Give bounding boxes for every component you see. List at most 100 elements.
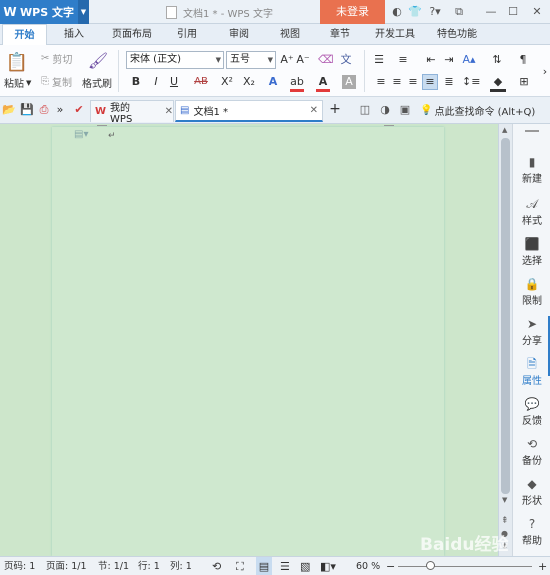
scrollbar-thumb[interactable] <box>501 138 510 494</box>
maximize-icon[interactable]: ☐ <box>506 5 520 19</box>
sort-icon[interactable]: ⇅ <box>490 53 504 67</box>
history-icon[interactable]: ⟲ <box>212 557 221 575</box>
borders-icon[interactable]: ⊞ <box>516 75 532 89</box>
vertical-scrollbar[interactable]: ▲ ▼ ⇞ ● ⇟ <box>498 124 512 556</box>
panel-backup-button[interactable]: ⟲ 备份 <box>513 436 550 472</box>
panel-restrict-button[interactable]: 🔒 限制 <box>513 276 550 312</box>
align-right-icon[interactable]: ≡ <box>406 75 420 89</box>
distributed-align-icon[interactable]: ≣ <box>442 75 456 89</box>
tab-view[interactable]: 视图 <box>273 24 307 45</box>
panel-styles-button[interactable]: 𝒜 样式 <box>513 196 550 232</box>
increase-indent-icon[interactable]: ⇥ <box>442 53 456 67</box>
zoom-out-icon[interactable]: − <box>386 557 395 575</box>
font-size-select[interactable]: 五号 ▼ <box>226 51 276 69</box>
font-name-select[interactable]: 宋体 (正文) ▼ <box>126 51 224 69</box>
panel-share-button[interactable]: ➤ 分享 <box>513 316 550 352</box>
shrink-font-icon[interactable]: A⁻ <box>296 53 310 67</box>
zoom-in-icon[interactable]: + <box>538 557 547 575</box>
panel-feedback-button[interactable]: 💬 反馈 <box>513 396 550 432</box>
font-color-icon[interactable]: A <box>316 75 330 92</box>
close-icon[interactable]: ✕ <box>165 106 173 117</box>
zoom-slider-track[interactable] <box>398 566 532 567</box>
new-tab-icon[interactable]: + <box>328 102 342 116</box>
backup-icon[interactable]: ◑ <box>378 103 392 117</box>
bold-icon[interactable]: B <box>130 75 142 89</box>
skin-icon[interactable]: ◐ <box>390 5 404 19</box>
help-menu-icon[interactable]: ?▾ <box>426 5 444 19</box>
web-view-icon[interactable]: ▧ <box>300 557 310 575</box>
tab-review[interactable]: 审阅 <box>222 24 256 45</box>
panel-properties-button[interactable]: 🗎 属性 <box>513 356 550 392</box>
decrease-indent-icon[interactable]: ⇤ <box>424 53 438 67</box>
clear-format-icon[interactable]: ⌫ <box>318 53 334 67</box>
italic-icon[interactable]: I <box>150 75 162 89</box>
full-screen-icon[interactable]: ⛶ <box>236 557 244 575</box>
tab-chapter[interactable]: 章节 <box>323 24 357 45</box>
tab-insert[interactable]: 插入 <box>57 24 91 45</box>
panel-shapes-button[interactable]: ◆ 形状 <box>513 476 550 512</box>
pin-icon[interactable]: ✔ <box>72 103 86 117</box>
document-page[interactable]: ▤▾ ↵ <box>52 125 444 556</box>
strikethrough-icon[interactable]: AB <box>192 75 210 89</box>
panel-new-button[interactable]: ▮ 新建 <box>513 154 550 190</box>
page-view-icon[interactable]: ▤ <box>256 557 272 575</box>
outline-view-icon[interactable]: ☰ <box>280 557 290 575</box>
my-wps-tab[interactable]: W 我的WPS ✕ <box>90 100 174 125</box>
paragraph-mark-icon[interactable]: ¶ <box>516 53 530 67</box>
phonetic-icon[interactable]: 文 <box>336 53 356 67</box>
align-center-icon[interactable]: ≡ <box>390 75 404 89</box>
document-tab[interactable]: ▤ 文档1 * ✕ <box>175 100 323 122</box>
chinese-layout-icon[interactable]: A▴ <box>460 53 478 67</box>
open-folder-icon[interactable]: 📂 <box>2 103 16 117</box>
paste-button[interactable]: 粘贴 ▼ <box>4 75 31 91</box>
tab-developer[interactable]: 开发工具 <box>370 24 420 45</box>
tab-references[interactable]: 引用 <box>170 24 204 45</box>
scroll-down-icon[interactable]: ▼ <box>502 496 507 504</box>
tab-page-layout[interactable]: 页面布局 <box>107 24 157 45</box>
minimize-icon[interactable]: — <box>484 5 498 19</box>
chevron-down-icon[interactable]: ▼ <box>78 0 89 24</box>
brush-icon[interactable]: 🖌 <box>88 50 108 70</box>
text-effect-icon[interactable]: A <box>266 75 280 89</box>
char-shading-icon[interactable]: A <box>342 75 356 89</box>
justify-icon[interactable]: ≡ <box>422 74 438 90</box>
format-painter-button[interactable]: 格式刷 <box>82 75 112 90</box>
clipboard-icon[interactable]: 📋 <box>6 51 28 73</box>
tab-menu-icon[interactable]: ▣ <box>398 103 412 117</box>
login-button[interactable]: 未登录 <box>320 0 385 24</box>
restore-window-icon[interactable]: ⧉ <box>452 5 466 19</box>
eye-protect-icon[interactable]: ◧▾ <box>320 557 336 575</box>
ribbon-scroll-icon[interactable]: › <box>540 65 550 79</box>
shading-icon[interactable]: ◆ <box>490 75 506 92</box>
superscript-icon[interactable]: X² <box>218 75 236 89</box>
line-spacing-icon[interactable]: ↕≡ <box>462 75 480 89</box>
highlight-icon[interactable]: ab <box>290 75 304 92</box>
underline-icon[interactable]: U <box>168 75 180 89</box>
command-search[interactable]: 💡 点此查找命令 (Alt+Q) <box>420 103 535 118</box>
grow-font-icon[interactable]: A⁺ <box>280 53 294 67</box>
save-icon[interactable]: 💾 <box>20 103 34 117</box>
more-tools-icon[interactable]: » <box>54 103 66 117</box>
scroll-up-icon[interactable]: ▲ <box>502 126 507 134</box>
panel-select-button[interactable]: ⬛ 选择 <box>513 236 550 272</box>
zoom-slider-thumb[interactable] <box>426 561 435 570</box>
panel-help-button[interactable]: ? 帮助 <box>513 516 550 552</box>
shirt-icon[interactable]: 👕 <box>408 5 422 19</box>
close-icon[interactable]: ✕ <box>310 105 318 116</box>
export-pdf-icon[interactable]: ⎙ <box>37 103 51 117</box>
app-menu-button[interactable]: W WPS 文字 ▼ <box>0 0 89 24</box>
zoom-level[interactable]: 60 % <box>356 557 380 575</box>
tab-start[interactable]: 开始 <box>2 24 47 46</box>
align-left-icon[interactable]: ≡ <box>374 75 388 89</box>
window-list-icon[interactable]: ◫ <box>358 103 372 117</box>
bullet-list-icon[interactable]: ☰ <box>372 53 386 67</box>
numbered-list-icon[interactable]: ≡ <box>396 53 410 67</box>
previous-page-icon[interactable]: ⇞ <box>501 516 509 526</box>
cut-button[interactable]: ✂ 剪切 <box>41 51 72 66</box>
subscript-icon[interactable]: X₂ <box>240 75 258 89</box>
panel-handle[interactable] <box>525 130 539 132</box>
copy-button[interactable]: ⎘ 复制 <box>41 74 72 89</box>
tab-special-features[interactable]: 特色功能 <box>432 24 482 45</box>
paste-options-icon[interactable]: ▤▾ <box>74 129 88 140</box>
close-icon[interactable]: ✕ <box>530 5 544 19</box>
